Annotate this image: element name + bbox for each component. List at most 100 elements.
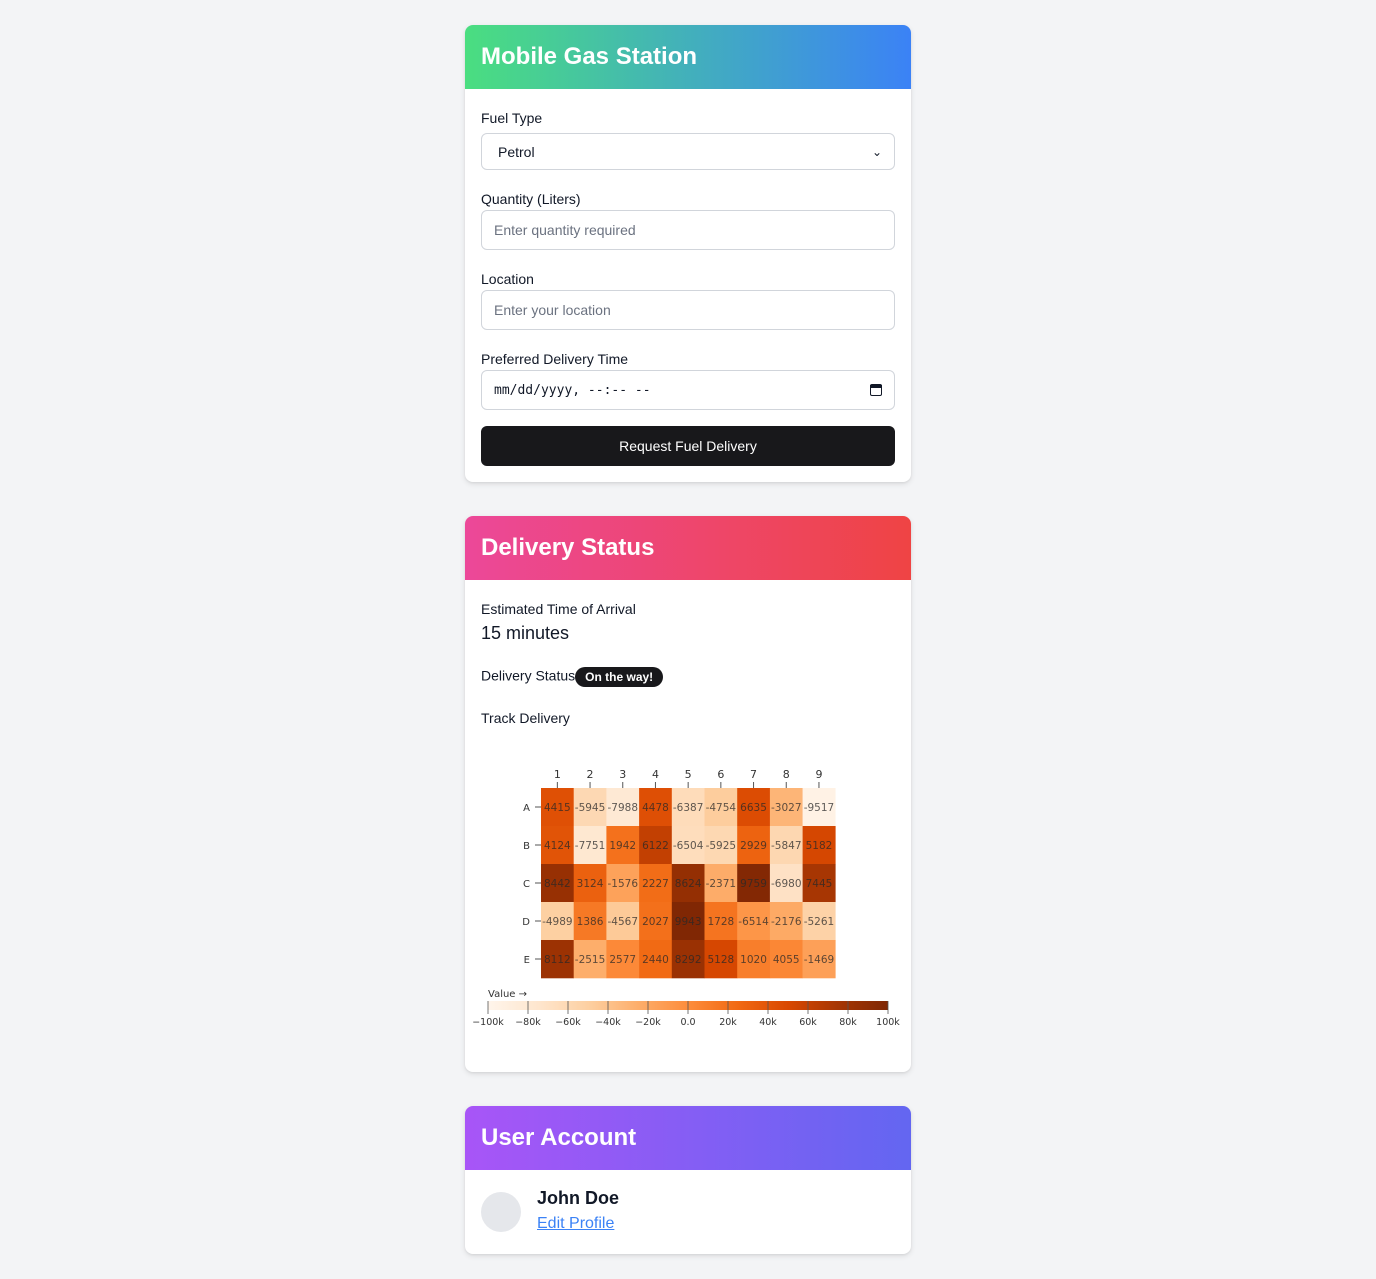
- cell-value-label: -2515: [575, 954, 606, 966]
- x-tick-label: 4: [652, 768, 659, 781]
- cell-value-label: -1576: [607, 878, 638, 890]
- fuel-type-select[interactable]: Petrol ⌄: [481, 133, 895, 170]
- account-card-header: User Account: [465, 1106, 911, 1170]
- legend-tick-label: −100k: [472, 1017, 504, 1028]
- cell-value-label: 8442: [544, 878, 571, 890]
- cell-value-label: -1469: [804, 954, 835, 966]
- x-tick-label: 2: [587, 768, 594, 781]
- calendar-icon[interactable]: [870, 384, 882, 396]
- delivery-heatmap-chart: 1 2 3 4 5 6 7 8 9 A B C D E 4415 -5945 -7988 4478 -6387 -47…: [472, 768, 900, 1028]
- cell-value-label: -5925: [706, 840, 737, 852]
- legend-tick-label: −40k: [595, 1017, 621, 1028]
- legend-tick-label: 100k: [876, 1017, 900, 1028]
- cell-value-label: 7445: [806, 878, 833, 890]
- y-tick-label: C: [523, 879, 530, 890]
- user-name: John Doe: [537, 1188, 620, 1208]
- cell-value-label: 8624: [675, 878, 702, 890]
- fuel-type-value: Petrol: [498, 143, 535, 160]
- location-input[interactable]: [494, 302, 882, 318]
- avatar[interactable]: [481, 1192, 521, 1232]
- cell-value-label: 4415: [544, 802, 571, 814]
- cell-value-label: 8112: [544, 954, 571, 966]
- cell-value-label: -6514: [738, 916, 769, 928]
- edit-profile-link[interactable]: Edit Profile: [537, 1215, 614, 1233]
- legend-tick-label: 60k: [799, 1017, 817, 1028]
- order-card-title: Mobile Gas Station: [481, 43, 698, 70]
- delivery-status-label: Delivery Status: [481, 667, 576, 684]
- cell-value-label: 4124: [544, 840, 571, 852]
- location-label: Location: [481, 271, 534, 287]
- cell-value-label: -4754: [706, 802, 737, 814]
- cell-value-label: -6504: [673, 840, 704, 852]
- cell-value-label: 2577: [609, 954, 636, 966]
- x-tick-label: 9: [815, 768, 822, 781]
- cell-value-label: 2929: [740, 840, 767, 852]
- track-delivery-label: Track Delivery: [481, 710, 570, 726]
- cell-value-label: 1386: [577, 916, 604, 928]
- cell-value-label: 5128: [707, 954, 734, 966]
- cell-value-label: -3027: [771, 802, 802, 814]
- legend-tick-label: 80k: [839, 1017, 857, 1028]
- cell-value-label: 6122: [642, 840, 669, 852]
- cell-value-label: 2027: [642, 916, 669, 928]
- account-card: User Account John Doe Edit Profile: [465, 1106, 911, 1254]
- cell-value-label: -9517: [804, 802, 835, 814]
- cell-value-label: 4478: [642, 802, 669, 814]
- cell-value-label: -5945: [575, 802, 606, 814]
- quantity-input[interactable]: [494, 222, 882, 238]
- delivery-time-placeholder: mm/dd/yyyy, --:-- --: [494, 382, 651, 398]
- cell-value-label: -5261: [804, 916, 835, 928]
- cell-value-label: -2371: [706, 878, 737, 890]
- cell-value-label: 1942: [609, 840, 636, 852]
- legend-tick-label: −20k: [635, 1017, 661, 1028]
- cell-value-label: 2440: [642, 954, 669, 966]
- cell-value-label: -2176: [771, 916, 802, 928]
- cell-value-label: 5182: [806, 840, 833, 852]
- eta-value: 15 minutes: [481, 623, 570, 643]
- cell-value-label: -5847: [771, 840, 802, 852]
- order-card-header: Mobile Gas Station: [465, 25, 911, 89]
- cell-value-label: 1728: [707, 916, 734, 928]
- cell-value-label: 9943: [675, 916, 702, 928]
- x-tick-label: 5: [685, 768, 692, 781]
- cell-value-label: -6980: [771, 878, 802, 890]
- y-tick-label: E: [524, 955, 530, 966]
- quantity-field[interactable]: [481, 210, 895, 250]
- legend-tick-label: 20k: [719, 1017, 737, 1028]
- legend-tick-label: −80k: [515, 1017, 541, 1028]
- y-tick-label: A: [523, 803, 530, 814]
- cell-value-label: -7751: [575, 840, 606, 852]
- legend-title: Value →: [488, 989, 527, 1000]
- cell-value-label: 4055: [773, 954, 800, 966]
- request-fuel-delivery-button[interactable]: Request Fuel Delivery: [481, 426, 895, 466]
- fuel-type-label: Fuel Type: [481, 110, 543, 126]
- cell-value-label: 1020: [740, 954, 767, 966]
- x-tick-label: 8: [783, 768, 790, 781]
- cell-value-label: 6635: [740, 802, 767, 814]
- delivery-time-input[interactable]: mm/dd/yyyy, --:-- --: [481, 370, 895, 410]
- x-tick-label: 1: [554, 768, 561, 781]
- cell-value-label: 9759: [740, 878, 767, 890]
- legend-tick-label: 40k: [759, 1017, 777, 1028]
- delivery-time-label: Preferred Delivery Time: [481, 351, 629, 367]
- cell-value-label: 2227: [642, 878, 669, 890]
- cell-value-label: -4989: [542, 916, 573, 928]
- y-tick-label: D: [522, 917, 530, 928]
- cell-value-label: -4567: [607, 916, 638, 928]
- location-field[interactable]: [481, 290, 895, 330]
- account-body: John Doe Edit Profile: [465, 1170, 911, 1254]
- quantity-label: Quantity (Liters): [481, 191, 581, 207]
- chevron-down-icon: ⌄: [871, 144, 882, 159]
- order-card: Mobile Gas Station Fuel Type Petrol ⌄ Qu…: [465, 25, 911, 482]
- y-tick-label: B: [523, 841, 530, 852]
- status-card: Delivery Status Estimated Time of Arriva…: [465, 516, 911, 1072]
- cell-value-label: -7988: [607, 802, 638, 814]
- legend-tick-label: 0.0: [680, 1017, 695, 1028]
- x-tick-label: 7: [750, 768, 757, 781]
- account-card-title: User Account: [481, 1124, 637, 1151]
- cell-value-label: -6387: [673, 802, 704, 814]
- delivery-status-row: Delivery Status On the way!: [481, 667, 664, 687]
- eta-label: Estimated Time of Arrival: [481, 601, 636, 617]
- legend-tick-label: −60k: [555, 1017, 581, 1028]
- cell-value-label: 8292: [675, 954, 702, 966]
